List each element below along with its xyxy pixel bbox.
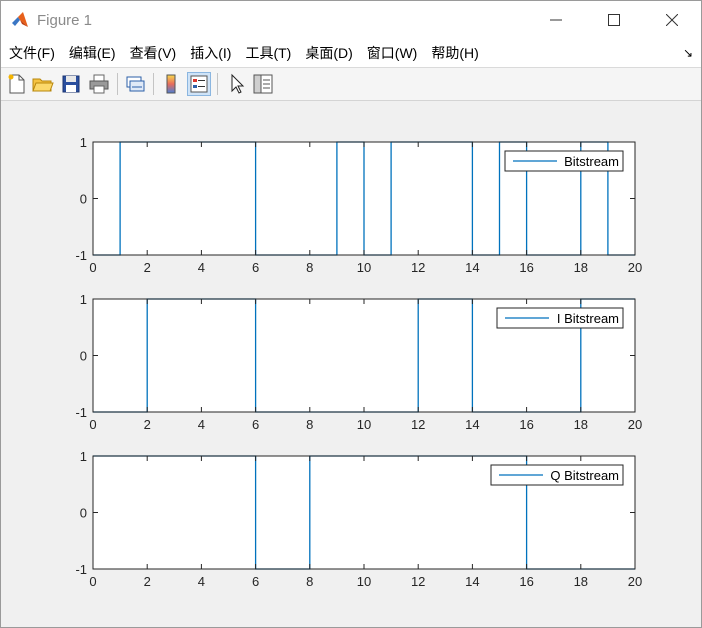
print-button[interactable] — [87, 72, 111, 96]
maximize-icon — [608, 14, 620, 26]
window-title: Figure 1 — [37, 11, 93, 29]
x-tick-label: 8 — [306, 417, 313, 432]
x-tick-label: 20 — [628, 260, 642, 275]
x-tick-label: 8 — [306, 574, 313, 589]
y-tick-label: 0 — [80, 349, 87, 364]
x-tick-label: 2 — [144, 260, 151, 275]
link-plot-icon — [126, 76, 145, 92]
property-inspector-button[interactable] — [251, 72, 275, 96]
menu-edit[interactable]: 编辑(E) — [63, 43, 122, 63]
link-plot-button[interactable] — [123, 72, 147, 96]
x-tick-label: 6 — [252, 574, 259, 589]
x-tick-label: 10 — [357, 574, 371, 589]
colorbar-icon — [166, 74, 176, 94]
legend-label: Q Bitstream — [550, 468, 619, 483]
x-tick-label: 18 — [574, 260, 588, 275]
y-tick-label: -1 — [75, 248, 87, 263]
x-tick-label: 16 — [519, 574, 533, 589]
y-tick-label: 1 — [80, 292, 87, 307]
x-tick-label: 4 — [198, 574, 205, 589]
save-disk-icon — [62, 75, 80, 93]
y-tick-label: 0 — [80, 506, 87, 521]
x-tick-label: 20 — [628, 417, 642, 432]
x-tick-label: 14 — [465, 260, 479, 275]
x-tick-label: 8 — [306, 260, 313, 275]
subplot-3: 0 2 4 6 8 10 12 14 16 18 20-101Q Bitstream — [75, 449, 642, 589]
x-tick-label: 2 — [144, 417, 151, 432]
x-tick-label: 0 — [89, 574, 96, 589]
legend-button[interactable] — [187, 72, 211, 96]
menu-window[interactable]: 窗口(W) — [361, 43, 424, 63]
legend-icon — [190, 75, 208, 93]
minimize-icon — [550, 19, 562, 21]
x-tick-label: 6 — [252, 260, 259, 275]
x-tick-label: 10 — [357, 417, 371, 432]
save-button[interactable] — [59, 72, 83, 96]
menu-insert[interactable]: 插入(I) — [184, 43, 237, 63]
y-tick-label: 1 — [80, 449, 87, 464]
x-tick-label: 20 — [628, 574, 642, 589]
printer-icon — [89, 74, 109, 94]
subplot-2: 0 2 4 6 8 10 12 14 16 18 20-101I Bitstream — [75, 292, 642, 432]
y-tick-label: -1 — [75, 562, 87, 577]
property-inspector-icon — [253, 74, 273, 94]
menu-help[interactable]: 帮助(H) — [425, 43, 484, 63]
legend-label: I Bitstream — [557, 311, 619, 326]
x-tick-label: 0 — [89, 260, 96, 275]
y-tick-label: 0 — [80, 192, 87, 207]
edit-plot-button[interactable] — [225, 72, 249, 96]
menu-file[interactable]: 文件(F) — [3, 43, 61, 63]
new-figure-button[interactable] — [5, 72, 29, 96]
plot-area: 0 2 4 6 8 10 12 14 16 18 20 -1 0 1 Bitstream 0 2 4 6 8 10 12 1… — [1, 101, 701, 627]
cursor-arrow-icon — [231, 73, 245, 94]
folder-open-icon — [32, 78, 54, 92]
maximize-button[interactable] — [585, 1, 643, 39]
toolbar-separator — [117, 73, 118, 95]
menu-desktop[interactable]: 桌面(D) — [299, 43, 358, 63]
x-tick-label: 0 — [89, 417, 96, 432]
x-tick-label: 16 — [519, 260, 533, 275]
title-bar[interactable]: Figure 1 — [1, 1, 701, 39]
subplot-1: 0 2 4 6 8 10 12 14 16 18 20-101Bitstream — [75, 135, 642, 275]
x-tick-label: 14 — [465, 574, 479, 589]
menu-bar: 文件(F) 编辑(E) 查看(V) 插入(I) 工具(T) 桌面(D) 窗口(W… — [1, 39, 701, 68]
x-tick-label: 18 — [574, 417, 588, 432]
open-file-button[interactable] — [31, 72, 55, 96]
matlab-logo-icon — [12, 12, 28, 27]
x-tick-label: 18 — [574, 574, 588, 589]
close-button[interactable] — [643, 1, 701, 39]
x-tick-label: 12 — [411, 260, 425, 275]
x-tick-label: 4 — [198, 260, 205, 275]
x-tick-label: 2 — [144, 574, 151, 589]
x-tick-label: 16 — [519, 417, 533, 432]
x-tick-label: 4 — [198, 417, 205, 432]
menu-tools[interactable]: 工具(T) — [239, 43, 297, 63]
colorbar-button[interactable] — [159, 72, 183, 96]
x-tick-label: 12 — [411, 574, 425, 589]
menu-view[interactable]: 查看(V) — [124, 43, 183, 63]
x-tick-label: 14 — [465, 417, 479, 432]
minimize-button[interactable] — [527, 1, 585, 39]
x-tick-label: 10 — [357, 260, 371, 275]
new-file-icon — [8, 74, 25, 94]
figure-window: Figure 1 文件(F) 编辑(E) 查看(V) 插入(I) 工具(T) 桌… — [0, 0, 702, 628]
legend-label: Bitstream — [564, 154, 619, 169]
y-tick-label: -1 — [75, 405, 87, 420]
figure-canvas: 0 2 4 6 8 10 12 14 16 18 20-101Bitstream0 2 4 6 8 10 12 1… — [75, 135, 642, 589]
close-icon — [666, 14, 678, 26]
toolbar — [1, 68, 701, 101]
x-tick-label: 6 — [252, 417, 259, 432]
dock-arrow-icon[interactable]: ↘ — [683, 46, 693, 60]
x-tick-label: 12 — [411, 417, 425, 432]
toolbar-separator — [217, 73, 218, 95]
toolbar-separator — [153, 73, 154, 95]
y-tick-label: 1 — [80, 135, 87, 150]
